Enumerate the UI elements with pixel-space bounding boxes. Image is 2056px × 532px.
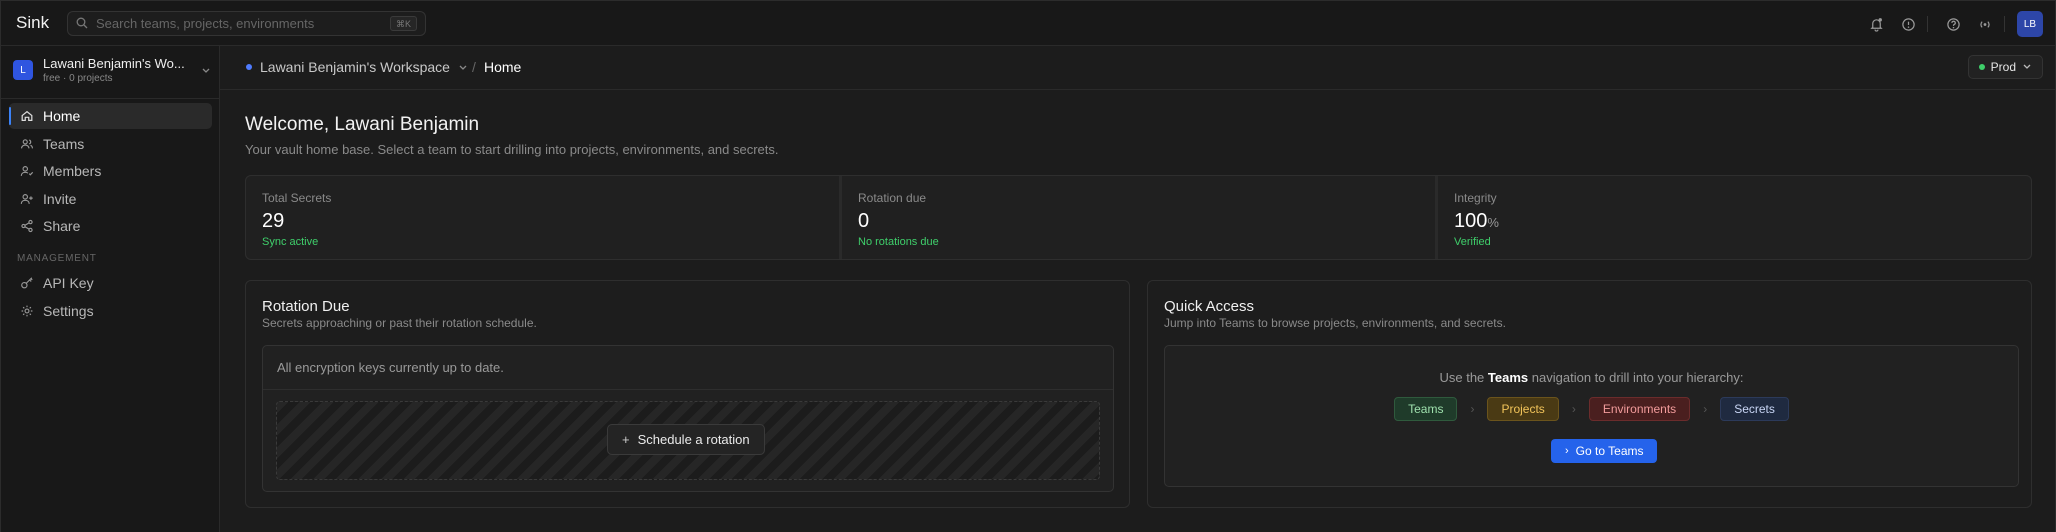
panel-subtitle: Jump into Teams to browse projects, envi…	[1164, 316, 1506, 330]
alert-circle-icon[interactable]	[1895, 11, 1921, 37]
stat-label: Integrity	[1454, 191, 1497, 205]
sidebar-item-teams[interactable]: Teams	[9, 131, 212, 157]
page-title: Welcome, Lawani Benjamin	[245, 114, 480, 135]
user-plus-icon	[19, 191, 35, 207]
user-avatar[interactable]: LB	[2017, 11, 2043, 37]
chevron-right-icon: ›	[1703, 402, 1708, 416]
sidebar-item-label: Teams	[43, 135, 85, 152]
workspace-name: Lawani Benjamin's Wo...	[43, 56, 185, 71]
top-icons: LB	[1857, 11, 2043, 37]
chevron-down-icon	[458, 59, 468, 75]
hierarchy-hint: Use the Teams navigation to drill into y…	[1439, 370, 1744, 385]
main-content: Lawani Benjamin's Workspace / Home Prod …	[220, 46, 2055, 532]
stat-note: No rotations due	[858, 236, 939, 248]
bell-icon[interactable]	[1863, 11, 1889, 37]
chevron-right-icon: ›	[1565, 445, 1569, 457]
breadcrumb: Lawani Benjamin's Workspace / Home Prod	[220, 46, 2055, 90]
workspace-plan: free · 0 projects	[43, 73, 113, 84]
chevron-right-icon: ›	[1470, 402, 1475, 416]
chip-environments: Environments	[1588, 397, 1691, 421]
chip-secrets: Secrets	[1720, 397, 1789, 421]
sidebar-item-settings[interactable]: Settings	[9, 298, 212, 324]
env-status-dot	[1978, 64, 1985, 70]
sidebar-item-api-key[interactable]: API Key	[9, 270, 212, 296]
button-label: Go to Teams	[1575, 444, 1644, 458]
broadcast-icon[interactable]	[1972, 11, 1998, 37]
home-icon	[19, 108, 35, 124]
workspace-dot	[246, 64, 252, 70]
stats-panel: Total Secrets 29 Sync active Rotation du…	[245, 175, 2032, 260]
sidebar-item-home[interactable]: Home	[9, 103, 212, 129]
hierarchy-chips: Teams › Projects › Environments › Secret…	[1165, 397, 2018, 421]
page-subtitle: Your vault home base. Select a team to s…	[245, 142, 779, 157]
button-label: Schedule a rotation	[637, 432, 750, 447]
sidebar-section-title: MANAGEMENT	[17, 253, 97, 264]
chip-projects: Projects	[1487, 397, 1559, 421]
search-box[interactable]: ⌘K	[67, 11, 426, 36]
stat-rotation-due: Rotation due 0 No rotations due	[842, 176, 1438, 259]
workspace-switcher[interactable]: L Lawani Benjamin's Wo... free · 0 proje…	[11, 56, 211, 88]
brand-logo[interactable]: Sink	[16, 13, 49, 33]
search-shortcut: ⌘K	[389, 16, 417, 31]
chevron-down-icon	[2022, 60, 2032, 74]
stat-value: 29	[262, 210, 285, 232]
app-window: Sink ⌘K LB	[0, 0, 2056, 532]
panel-title: Rotation Due	[262, 298, 350, 315]
sidebar-item-label: Share	[43, 218, 81, 234]
stat-value: 100%	[1454, 210, 1499, 232]
environment-label: Prod	[1990, 60, 2016, 74]
sidebar-item-members[interactable]: Members	[9, 158, 212, 184]
go-to-teams-button[interactable]: › Go to Teams	[1551, 439, 1658, 463]
environment-selector[interactable]: Prod	[1967, 55, 2043, 79]
schedule-rotation-button[interactable]: + Schedule a rotation	[607, 424, 765, 455]
stat-total-secrets: Total Secrets 29 Sync active	[246, 176, 842, 259]
breadcrumb-current: Home	[484, 59, 522, 75]
users-icon	[19, 136, 35, 152]
sidebar-item-label: Settings	[43, 302, 94, 319]
divider	[2004, 16, 2005, 32]
sidebar-item-label: API Key	[43, 275, 94, 291]
sidebar-nav: Home Teams Members Invite Share MANAGEME…	[9, 103, 212, 325]
sidebar-item-label: Members	[43, 163, 102, 179]
share-icon	[19, 218, 35, 234]
divider	[1, 98, 219, 99]
stat-label: Total Secrets	[262, 191, 332, 205]
sidebar-item-share[interactable]: Share	[9, 213, 212, 239]
chip-teams: Teams	[1394, 397, 1458, 421]
top-bar: Sink ⌘K LB	[1, 1, 2055, 46]
settings-icon	[19, 303, 35, 319]
divider	[1927, 16, 1928, 32]
stat-value: 0	[858, 210, 870, 232]
members-icon	[19, 163, 35, 179]
sidebar-item-label: Home	[43, 108, 81, 124]
sidebar: L Lawani Benjamin's Wo... free · 0 proje…	[1, 46, 220, 532]
panel-title: Quick Access	[1164, 298, 1255, 315]
breadcrumb-workspace-label: Lawani Benjamin's Workspace	[260, 59, 450, 75]
rotation-list: All encryption keys currently up to date…	[262, 345, 1114, 492]
divider	[263, 389, 1113, 390]
stat-integrity: Integrity 100% Verified	[1438, 176, 2031, 259]
search-icon	[76, 16, 88, 32]
breadcrumb-separator: /	[472, 59, 476, 75]
chevron-right-icon: ›	[1571, 402, 1576, 416]
key-icon	[19, 275, 35, 291]
quick-access-panel: Quick Access Jump into Teams to browse p…	[1147, 280, 2032, 508]
stat-note: Sync active	[262, 236, 319, 248]
sidebar-item-invite[interactable]: Invite	[9, 186, 212, 212]
search-input[interactable]	[96, 16, 376, 31]
panel-subtitle: Secrets approaching or past their rotati…	[262, 316, 537, 330]
breadcrumb-workspace[interactable]: Lawani Benjamin's Workspace	[246, 59, 468, 75]
chevron-down-icon	[201, 62, 211, 78]
plus-icon: +	[622, 432, 630, 447]
stat-note: Verified	[1454, 236, 1491, 248]
quick-access-box: Use the Teams navigation to drill into y…	[1164, 345, 2019, 487]
stat-label: Rotation due	[858, 191, 927, 205]
help-icon[interactable]	[1940, 11, 1966, 37]
sidebar-item-label: Invite	[43, 190, 77, 207]
rotation-empty-message: All encryption keys currently up to date…	[277, 360, 504, 375]
workspace-avatar: L	[13, 60, 33, 80]
rotation-due-panel: Rotation Due Secrets approaching or past…	[245, 280, 1130, 508]
